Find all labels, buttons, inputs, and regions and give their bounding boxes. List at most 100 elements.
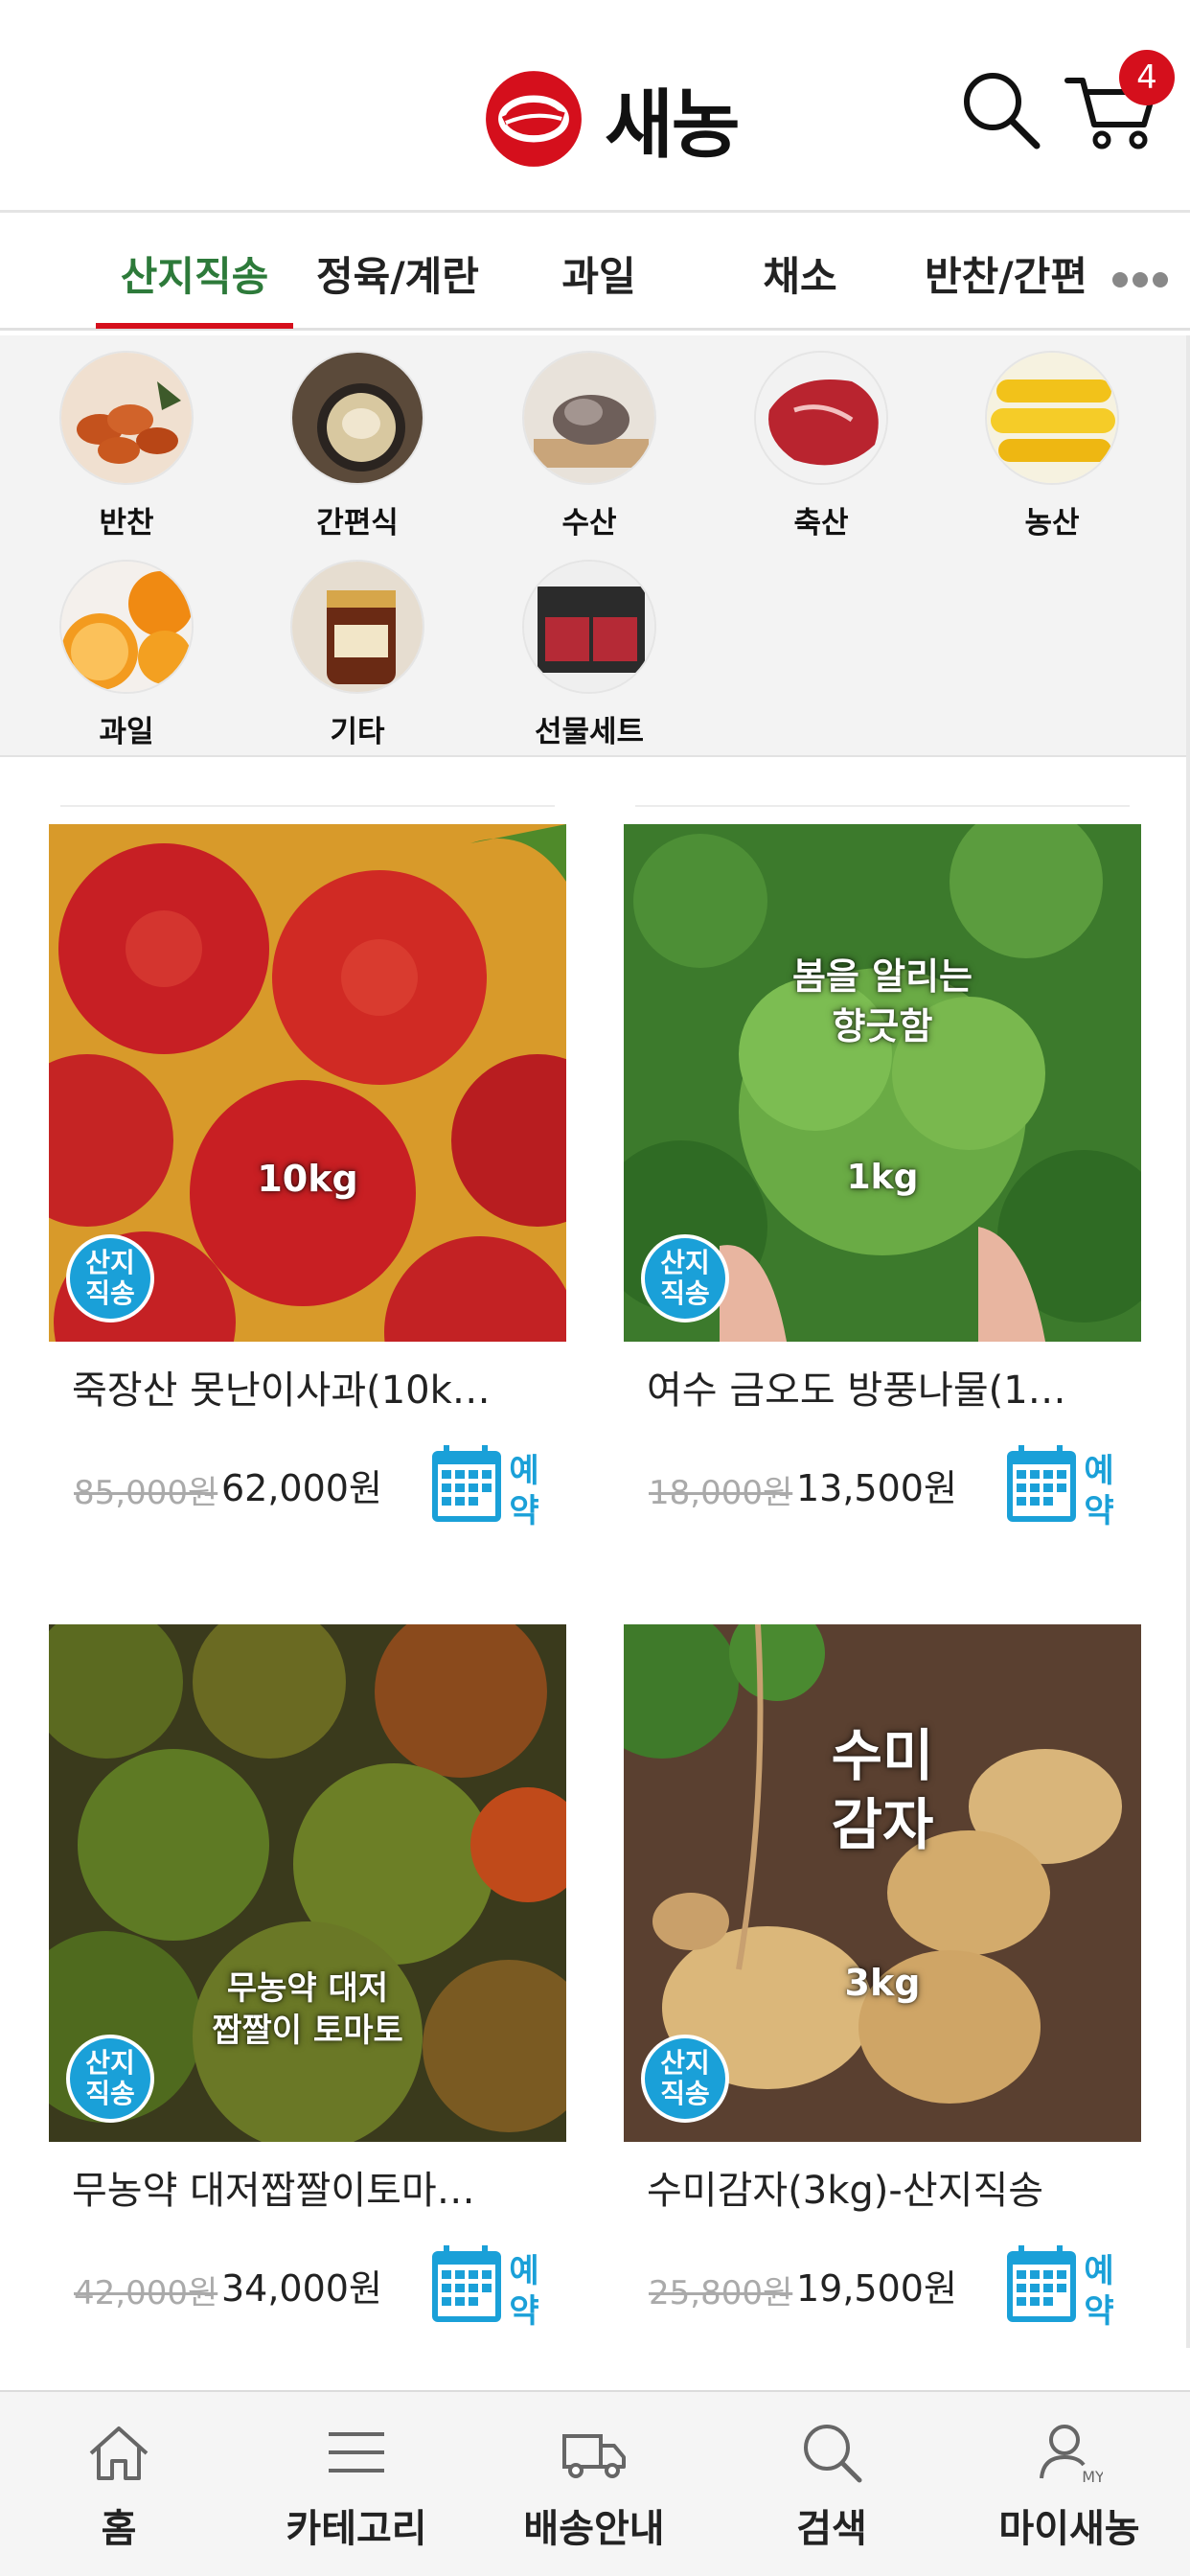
cart-count-badge: 4 — [1119, 50, 1175, 105]
orange-image — [59, 560, 194, 694]
simple-meal-image — [290, 351, 424, 485]
product-name[interactable]: 무농약 대저짭짤이토마… — [72, 2159, 541, 2215]
image-weight-label: 10kg — [257, 1158, 358, 1200]
reserve-label-top: 예 — [509, 1452, 538, 1490]
reserve-label-top: 예 — [509, 2252, 538, 2290]
app-header: 새농 4 — [0, 0, 1190, 213]
nav-label: 검색 — [796, 2507, 867, 2551]
reserve-label-bottom: 약 — [509, 1492, 538, 1530]
category-label: 농산 — [1024, 506, 1080, 540]
tab-vegetable[interactable]: 채소 — [719, 216, 881, 331]
corn-image — [985, 351, 1119, 485]
image-caption: 봄을 알리는 — [791, 955, 973, 998]
logo[interactable]: 새농 — [484, 65, 741, 172]
active-tab-indicator — [96, 323, 293, 329]
price-row: 18,000원 13,500원 예 약 — [624, 1441, 1141, 1537]
search-icon — [804, 2425, 862, 2483]
product-image[interactable]: 봄을 알리는 향긋함 1kg 산지 직송 — [624, 824, 1141, 1342]
nav-label: 홈 — [101, 2507, 137, 2551]
product-name[interactable]: 여수 금오도 방풍나물(1… — [647, 1359, 1116, 1414]
category-grid: 반찬 간편식 수산 축산 농산 과일 기타 선물세트 — [0, 335, 1190, 757]
sale-price: 13,500원 — [796, 1467, 957, 1509]
direct-shipping-badge: 산지 직송 — [641, 1234, 729, 1322]
original-price: 42,000원 — [74, 2274, 218, 2312]
nav-my-page[interactable]: MY 마이새농 — [950, 2392, 1188, 2576]
category-etc[interactable]: 기타 — [276, 560, 439, 750]
right-edge-divider — [1186, 335, 1190, 2348]
category-simple-meal[interactable]: 간편식 — [276, 351, 439, 541]
reservation-calendar-icon[interactable]: 예 약 — [428, 2242, 547, 2332]
nav-search[interactable]: 검색 — [713, 2392, 950, 2576]
reservation-calendar-icon[interactable]: 예 약 — [1003, 1441, 1122, 1531]
price-row: 25,800원 19,500원 예 약 — [624, 2242, 1141, 2337]
product-image[interactable]: 10kg 산지 직송 — [49, 824, 566, 1342]
image-weight-label: 1kg — [846, 1158, 919, 1197]
tab-meat-egg[interactable]: 정육/계란 — [302, 216, 493, 331]
category-seafood[interactable]: 수산 — [508, 351, 671, 541]
product-card-apple[interactable]: 10kg 산지 직송 죽장산 못난이사과(10k… 85,000원 62,000원… — [49, 805, 566, 1537]
nav-label: 배송안내 — [523, 2507, 665, 2551]
nav-label: 마이새농 — [998, 2507, 1140, 2551]
jar-image — [290, 560, 424, 694]
price-row: 42,000원 34,000원 예 약 — [49, 2242, 566, 2337]
category-label: 선물세트 — [534, 715, 645, 749]
product-name[interactable]: 수미감자(3kg)-산지직송 — [647, 2159, 1116, 2215]
category-label: 축산 — [793, 506, 849, 540]
search-icon[interactable] — [958, 67, 1044, 153]
product-card-tomato[interactable]: 무농약 대저 짭짤이 토마토 산지 직송 무농약 대저짭짤이토마… 42,000원… — [49, 1624, 566, 2337]
image-weight-label: 3kg — [844, 1962, 921, 2004]
user-icon: MY — [1040, 2425, 1103, 2486]
card-divider — [635, 805, 1130, 807]
sale-price: 19,500원 — [796, 2267, 957, 2310]
category-gift-set[interactable]: 선물세트 — [508, 560, 671, 750]
original-price: 25,800원 — [649, 2274, 793, 2312]
category-label: 반찬 — [99, 506, 154, 540]
logo-icon — [486, 71, 582, 167]
category-fruit[interactable]: 과일 — [45, 560, 208, 750]
original-price: 85,000원 — [74, 1474, 218, 1512]
tab-fruit[interactable]: 과일 — [517, 216, 680, 331]
image-caption: 감자 — [831, 1792, 934, 1857]
reserve-label-bottom: 약 — [1084, 2292, 1113, 2331]
card-divider — [60, 805, 555, 807]
nav-delivery[interactable]: 배송안내 — [475, 2392, 713, 2576]
direct-shipping-badge: 산지 직송 — [66, 2035, 154, 2123]
nav-label: 카테고리 — [286, 2507, 427, 2551]
sale-price: 62,000원 — [221, 1467, 382, 1509]
reserve-label-bottom: 약 — [1084, 1492, 1113, 1530]
gift-set-image — [522, 560, 656, 694]
category-farm[interactable]: 농산 — [971, 351, 1133, 541]
direct-shipping-badge: 산지 직송 — [641, 2035, 729, 2123]
more-icon[interactable] — [1111, 271, 1169, 288]
product-image[interactable]: 무농약 대저 짭짤이 토마토 산지 직송 — [49, 1624, 566, 2142]
category-label: 간편식 — [316, 506, 399, 540]
tab-side-dish[interactable]: 반찬/간편 — [905, 216, 1107, 331]
tab-sanji[interactable]: 산지직송 — [96, 216, 293, 331]
nav-category[interactable]: 카테고리 — [238, 2392, 475, 2576]
price-row: 85,000원 62,000원 예 약 — [49, 1441, 566, 1537]
direct-shipping-badge: 산지 직송 — [66, 1234, 154, 1322]
my-label: MY — [1082, 2468, 1103, 2486]
product-card-bangpung[interactable]: 봄을 알리는 향긋함 1kg 산지 직송 여수 금오도 방풍나물(1… 18,00… — [624, 805, 1141, 1537]
category-label: 과일 — [99, 715, 154, 749]
original-price: 18,000원 — [649, 1474, 793, 1512]
reserve-label-top: 예 — [1084, 2252, 1113, 2290]
category-meat[interactable]: 축산 — [740, 351, 903, 541]
image-caption: 향긋함 — [832, 1005, 933, 1047]
reserve-label-bottom: 약 — [509, 2292, 538, 2331]
home-icon — [89, 2426, 149, 2480]
logo-text: 새농 — [605, 82, 741, 169]
truck-icon — [562, 2434, 626, 2478]
seafood-image — [522, 351, 656, 485]
reservation-calendar-icon[interactable]: 예 약 — [428, 1441, 547, 1531]
reservation-calendar-icon[interactable]: 예 약 — [1003, 2242, 1122, 2332]
bottom-navigation: 홈 카테고리 배송안내 검색 MY 마이새농 — [0, 2390, 1190, 2576]
banchan-image — [59, 351, 194, 485]
reserve-label-top: 예 — [1084, 1452, 1113, 1490]
product-card-potato[interactable]: 수미 감자 3kg 산지 직송 수미감자(3kg)-산지직송 25,800원 19… — [624, 1624, 1141, 2337]
product-image[interactable]: 수미 감자 3kg 산지 직송 — [624, 1624, 1141, 2142]
nav-home[interactable]: 홈 — [0, 2392, 238, 2576]
menu-icon — [329, 2432, 384, 2472]
product-name[interactable]: 죽장산 못난이사과(10k… — [72, 1359, 541, 1414]
category-banchan[interactable]: 반찬 — [45, 351, 208, 541]
